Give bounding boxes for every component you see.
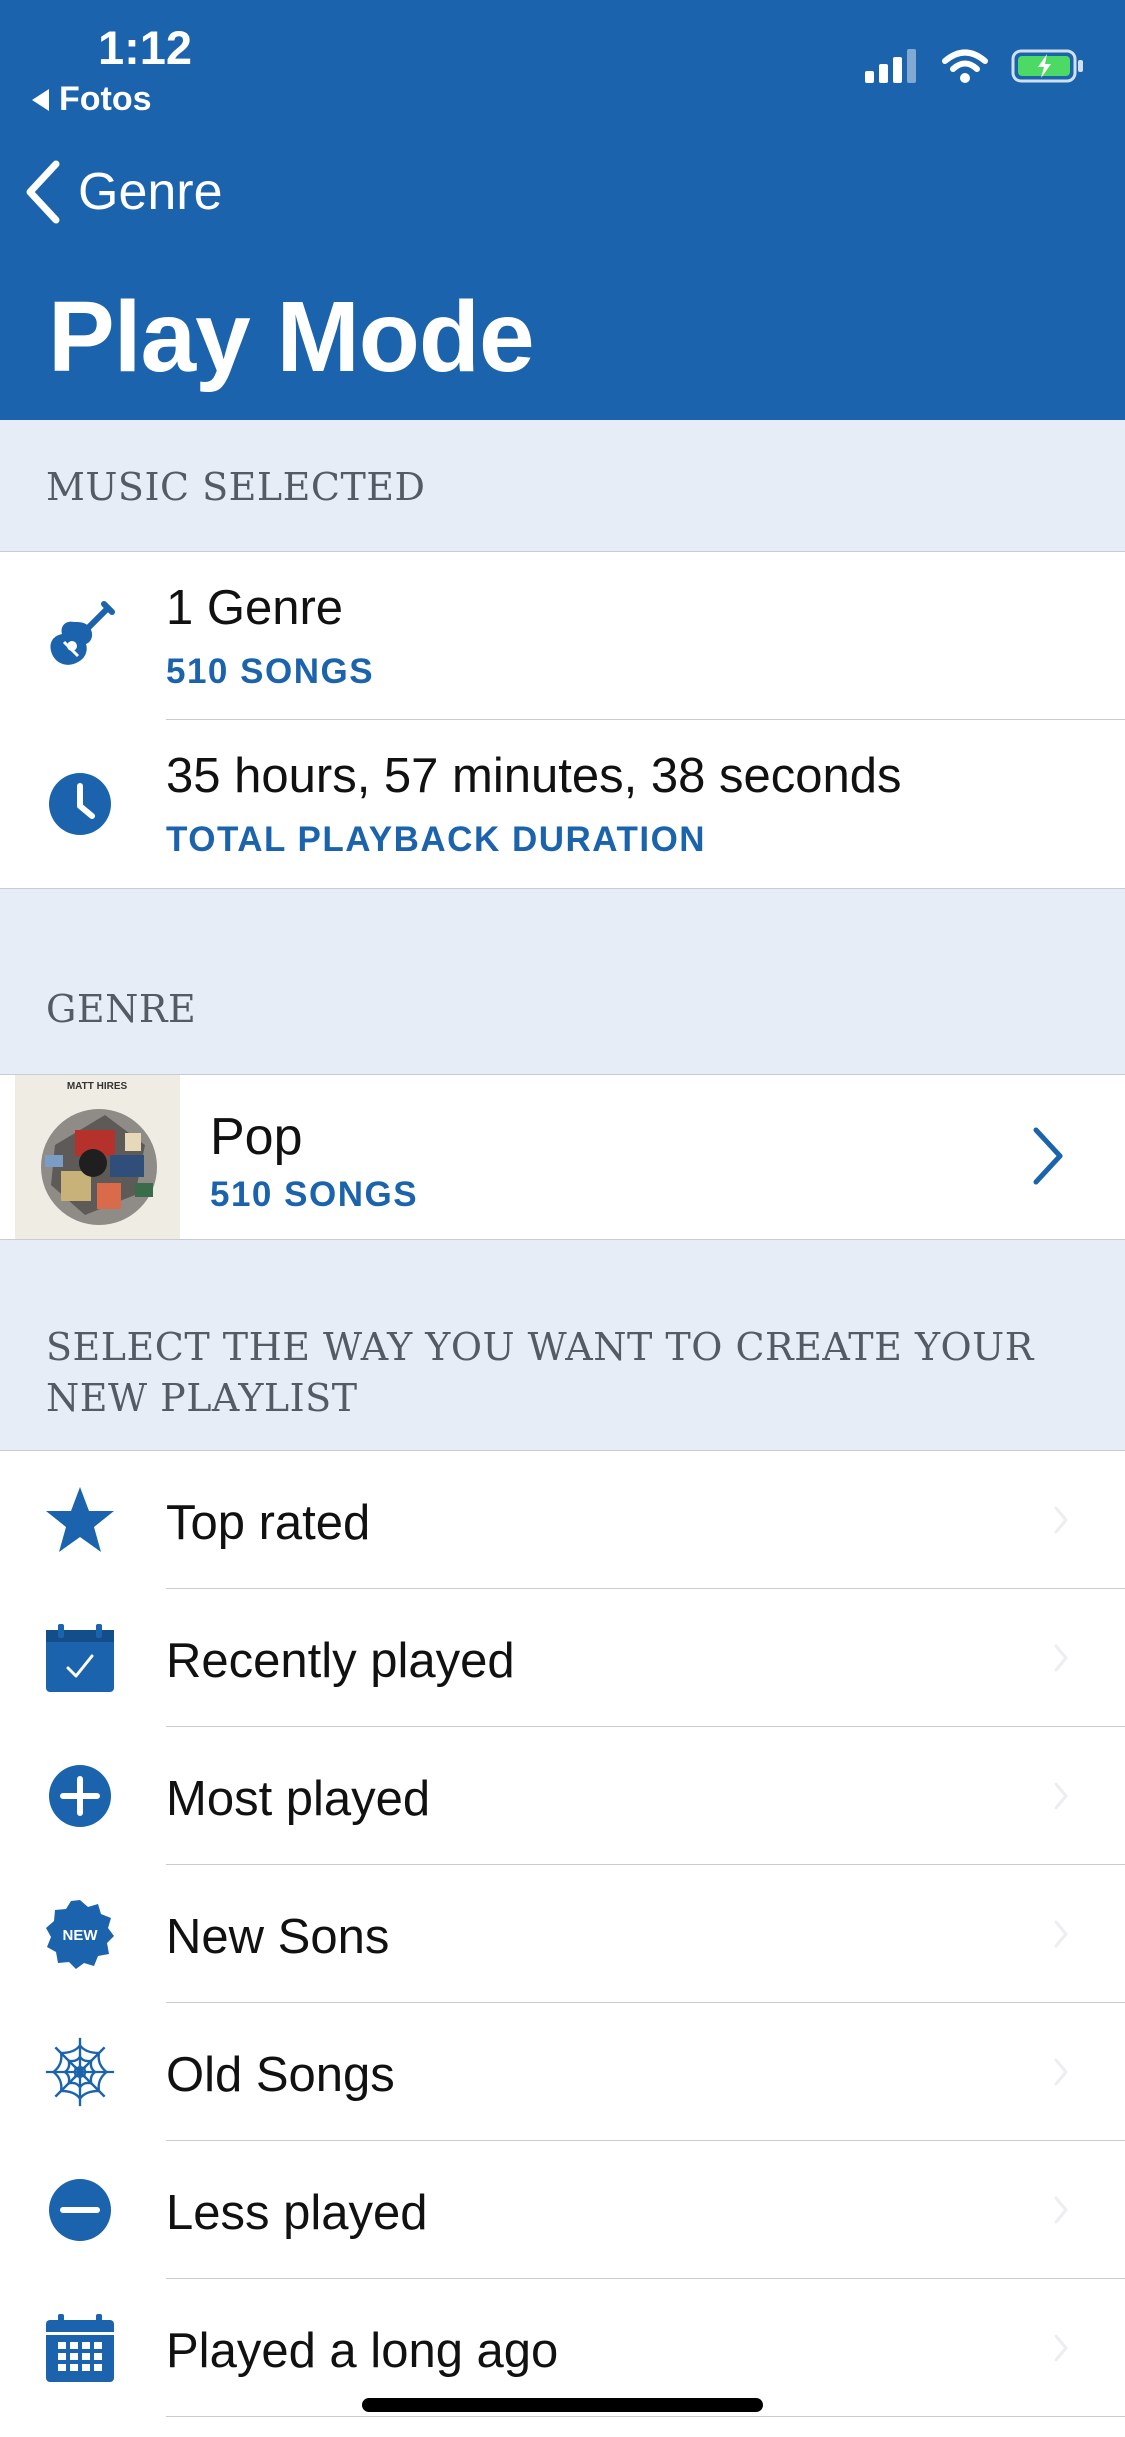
selected-genres-title: 1 Genre — [166, 581, 344, 635]
back-app-label: Fotos — [59, 80, 152, 118]
option-most-played[interactable]: Most played — [0, 1727, 1125, 1865]
chevron-left-icon — [26, 160, 60, 224]
selected-genres-subtitle: 510 SONGS — [166, 652, 375, 691]
genre-row-pop[interactable]: MATT HIRES Pop 510 SONGS — [0, 1075, 1125, 1239]
section-header-music-selected: MUSIC SELECTED — [46, 465, 426, 509]
new-badge-text: NEW — [63, 1927, 99, 1944]
new-badge-icon: NEW — [44, 1898, 116, 1970]
genre-group: MATT HIRES Pop 510 SONGS — [0, 1074, 1125, 1240]
chevron-right-icon — [1054, 1920, 1068, 1948]
wifi-icon — [942, 49, 988, 83]
calendar-check-icon — [44, 1622, 116, 1694]
status-icons — [865, 48, 1085, 84]
option-recently-played[interactable]: Recently played — [0, 1589, 1125, 1727]
star-icon — [44, 1484, 116, 1556]
option-label: Top rated — [166, 1496, 371, 1550]
section-header-playlist: SELECT THE WAY YOU WANT TO CREATE YOUR N… — [46, 1322, 1034, 1424]
genre-song-count: 510 SONGS — [210, 1175, 419, 1214]
status-time: 1:12 — [98, 21, 193, 74]
section-header-genre: GENRE — [46, 987, 197, 1031]
option-old-songs[interactable]: Old Songs — [0, 2003, 1125, 2141]
back-to-app-link[interactable]: Fotos — [32, 80, 152, 119]
chevron-right-icon — [1054, 1644, 1068, 1672]
calendar-grid-icon — [44, 2312, 116, 2384]
option-less-played[interactable]: Less played — [0, 2141, 1125, 2279]
navigation-header: 1:12 Fotos Genre Play Mode — [0, 0, 1125, 420]
playlist-header-line1: SELECT THE WAY YOU WANT TO CREATE YOUR — [46, 1325, 1034, 1369]
playback-duration-title: 35 hours, 57 minutes, 38 seconds — [166, 749, 902, 803]
playback-duration-subtitle: TOTAL PLAYBACK DURATION — [166, 820, 707, 859]
album-art-image: MATT HIRES — [15, 1075, 180, 1239]
chevron-right-icon — [1054, 1506, 1068, 1534]
guitar-icon — [44, 600, 116, 672]
cobweb-icon — [44, 2036, 116, 2108]
chevron-right-icon — [1054, 2196, 1068, 2224]
chevron-right-icon — [1054, 2334, 1068, 2362]
option-label: Recently played — [166, 1634, 515, 1688]
option-new-songs[interactable]: NEW New Sons — [0, 1865, 1125, 2003]
selected-genres-row: 1 Genre 510 SONGS — [0, 552, 1125, 720]
option-label: Played a long ago — [166, 2324, 559, 2378]
option-label: New Sons — [166, 1910, 390, 1964]
chevron-right-icon — [1033, 1127, 1063, 1185]
signal-icon — [865, 49, 916, 83]
row-divider — [166, 2416, 1125, 2417]
back-label: Genre — [78, 163, 223, 221]
option-label: Old Songs — [166, 2048, 395, 2102]
clock-icon — [44, 768, 116, 840]
chevron-right-icon — [1054, 1782, 1068, 1810]
playback-duration-row: 35 hours, 57 minutes, 38 seconds TOTAL P… — [0, 720, 1125, 888]
option-label: Less played — [166, 2186, 428, 2240]
back-button[interactable]: Genre — [22, 160, 223, 224]
plus-circle-icon — [44, 1760, 116, 1832]
chevron-right-icon — [1054, 2058, 1068, 2086]
playlist-header-line2: NEW PLAYLIST — [46, 1376, 358, 1420]
home-indicator[interactable] — [362, 2398, 763, 2412]
option-top-rated[interactable]: Top rated — [0, 1451, 1125, 1589]
genre-name: Pop — [210, 1108, 303, 1166]
battery-icon — [1011, 49, 1083, 83]
option-played-long-ago[interactable]: Played a long ago — [0, 2279, 1125, 2417]
option-label: Most played — [166, 1772, 431, 1826]
minus-circle-icon — [44, 2174, 116, 2246]
page-title: Play Mode — [48, 281, 535, 393]
playlist-options-list: Top rated Recently played Most played NE… — [0, 1450, 1125, 2437]
music-selected-group: 1 Genre 510 SONGS 35 hours, 57 minutes, … — [0, 551, 1125, 889]
back-triangle-icon — [32, 88, 49, 111]
album-art-text: MATT HIRES — [67, 1081, 128, 1092]
